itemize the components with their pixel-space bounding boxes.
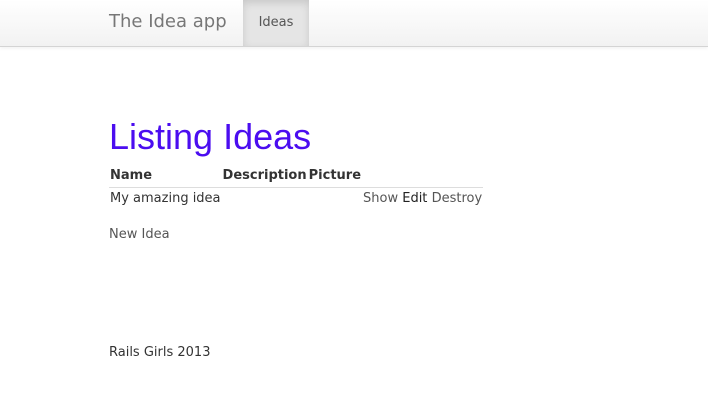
column-header-name: Name bbox=[109, 166, 222, 188]
page-title: Listing Ideas bbox=[109, 116, 312, 157]
brand-link[interactable]: The Idea app bbox=[109, 11, 227, 33]
cell-picture bbox=[308, 188, 362, 211]
cell-description bbox=[222, 188, 308, 211]
show-link[interactable]: Show bbox=[363, 191, 398, 206]
nav-item-ideas[interactable]: Ideas bbox=[243, 0, 309, 46]
destroy-link[interactable]: Destroy bbox=[432, 191, 483, 206]
column-header-description: Description bbox=[221, 166, 308, 188]
cell-name: My amazing idea bbox=[110, 191, 221, 206]
edit-link[interactable]: Edit bbox=[402, 191, 427, 206]
column-header-picture: Picture bbox=[307, 166, 363, 188]
new-idea-link[interactable]: New Idea bbox=[109, 227, 170, 242]
top-navbar: The Idea app Ideas bbox=[0, 0, 708, 47]
table-row: My amazing idea Show Edit Destroy bbox=[109, 188, 483, 211]
ideas-table: Name Description Picture My amazing idea… bbox=[109, 166, 484, 211]
footer-text: Rails Girls 2013 bbox=[109, 345, 211, 360]
column-header-actions bbox=[362, 166, 484, 188]
table-header-row: Name Description Picture bbox=[109, 166, 484, 188]
cell-actions: Show Edit Destroy bbox=[362, 188, 483, 211]
